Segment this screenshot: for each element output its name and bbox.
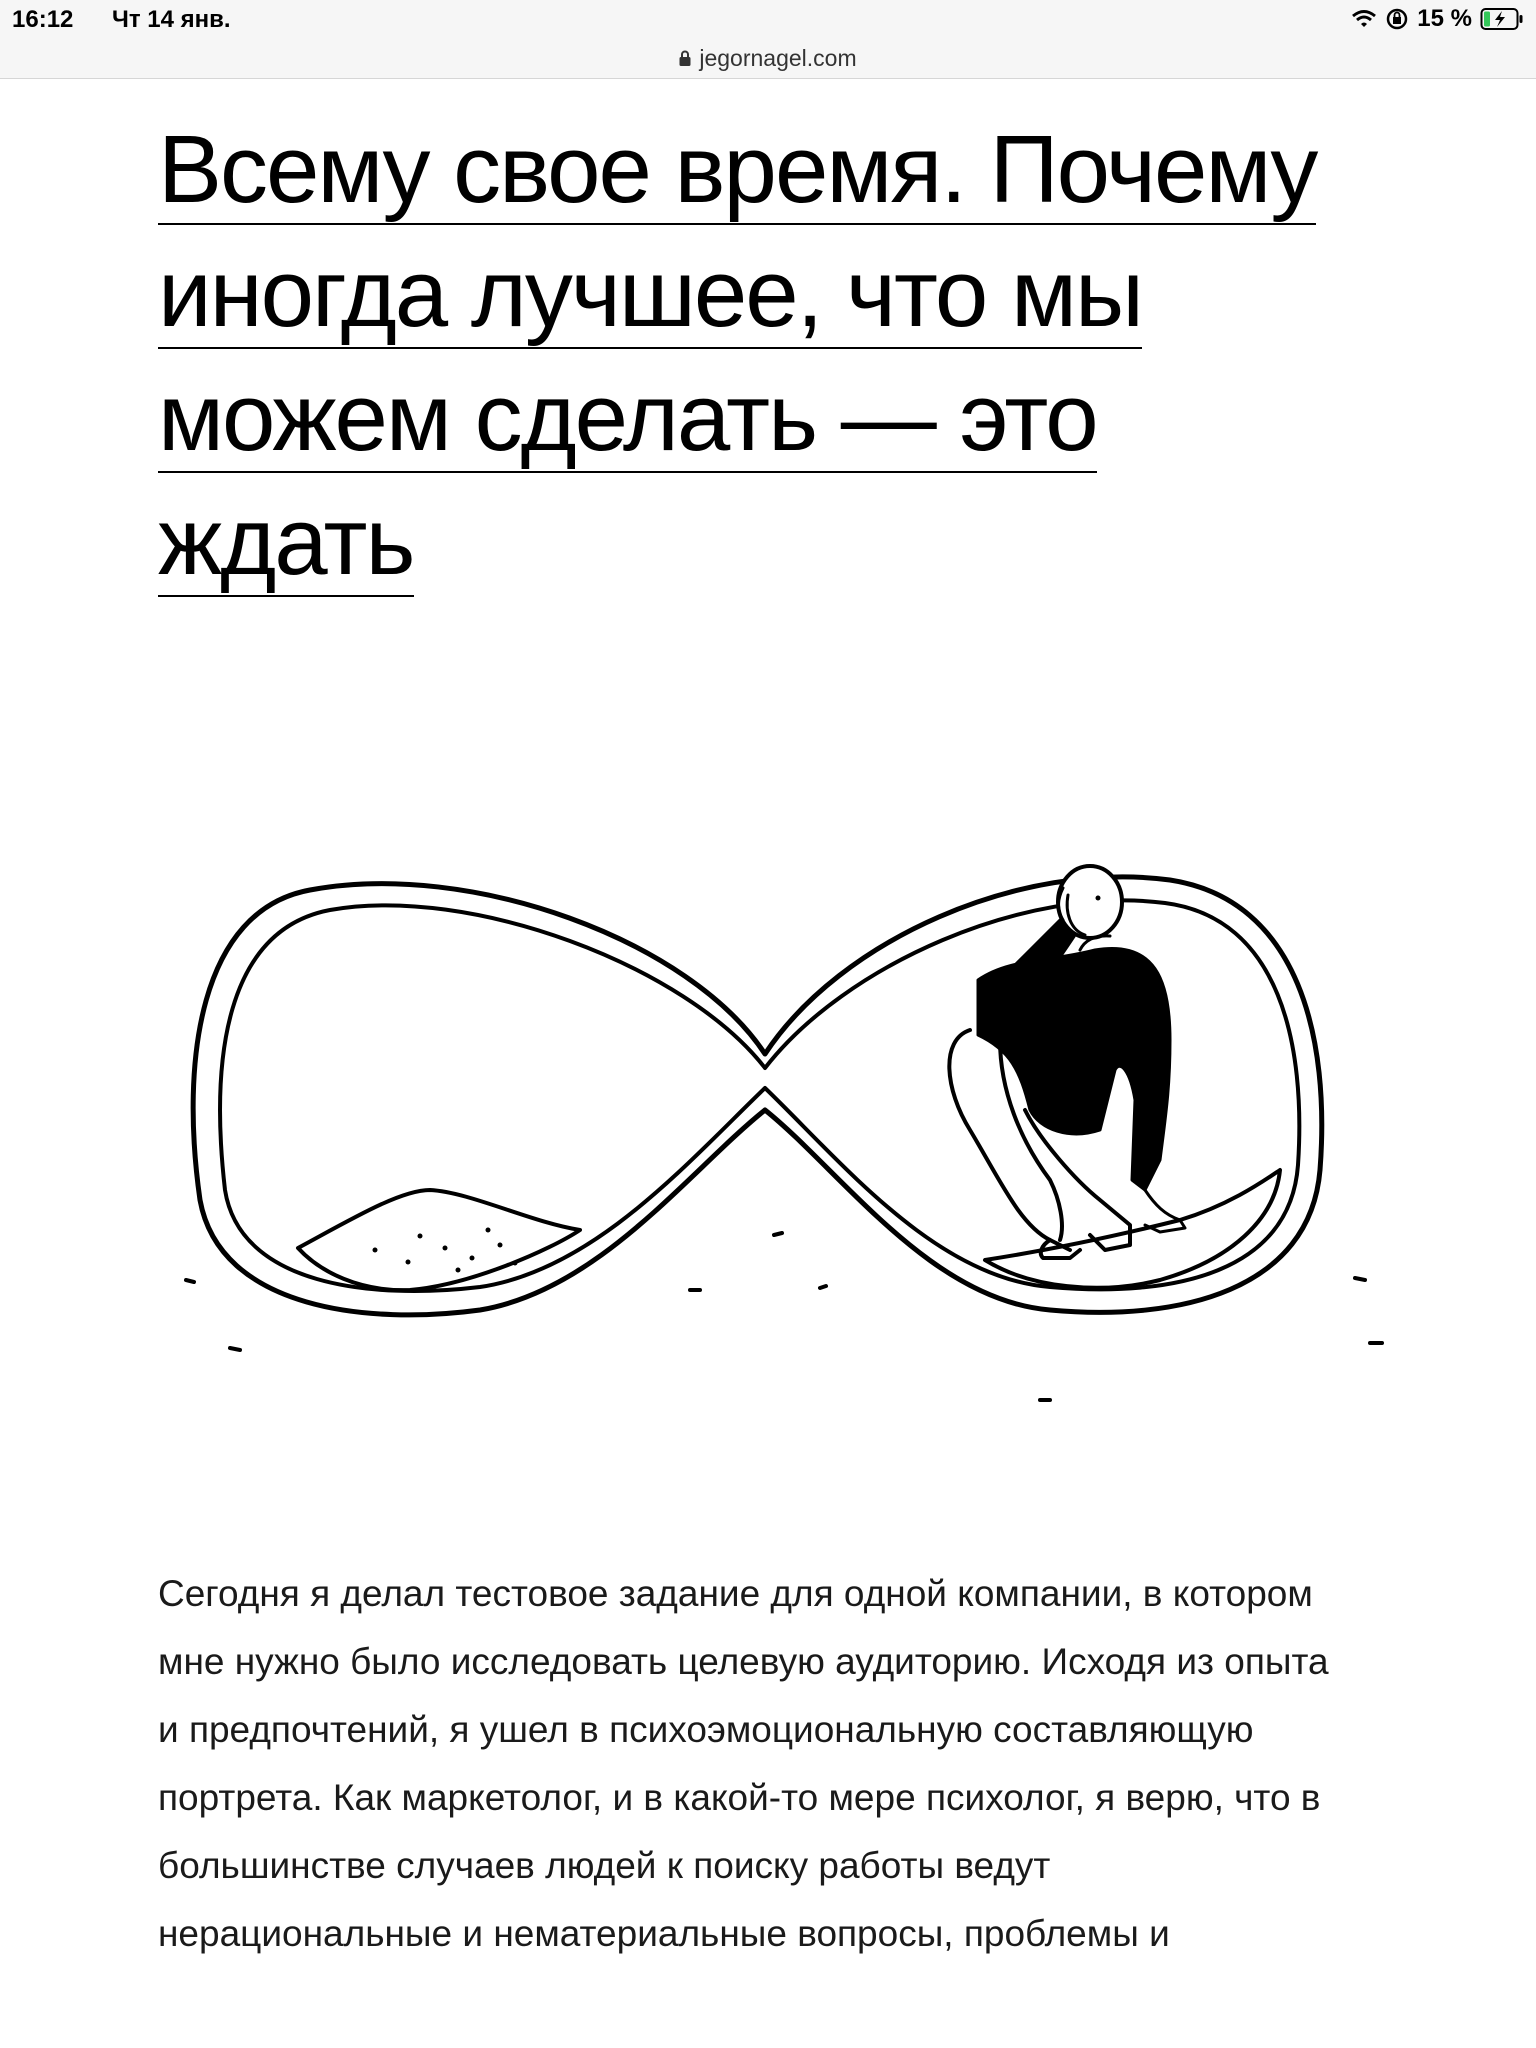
hourglass-with-seated-man-illustration — [184, 864, 1384, 1402]
article-title: Всему свое время. Почему иногда лучшее, … — [158, 108, 1358, 604]
status-date: Чт 14 янв. — [112, 6, 231, 33]
battery-charging-icon — [1480, 8, 1523, 30]
status-time: 16:12 — [12, 6, 74, 33]
status-indicators: 15 % — [1351, 5, 1524, 33]
lock-icon — [679, 50, 691, 66]
article-body: Сегодня я делал тестовое задание для одн… — [158, 1573, 1329, 1954]
battery-percent: 15 % — [1417, 5, 1472, 32]
rotation-lock-icon — [1387, 8, 1408, 30]
wifi-icon — [1352, 10, 1377, 27]
address-bar[interactable]: jegornagel.com — [0, 38, 1536, 79]
article-title-link[interactable]: Всему свое время. Почему иногда лучшее, … — [158, 116, 1318, 597]
url-text[interactable]: jegornagel.com — [699, 45, 856, 72]
status-bar: 16:12 Чт 14 янв. 15 % — [0, 0, 1536, 38]
